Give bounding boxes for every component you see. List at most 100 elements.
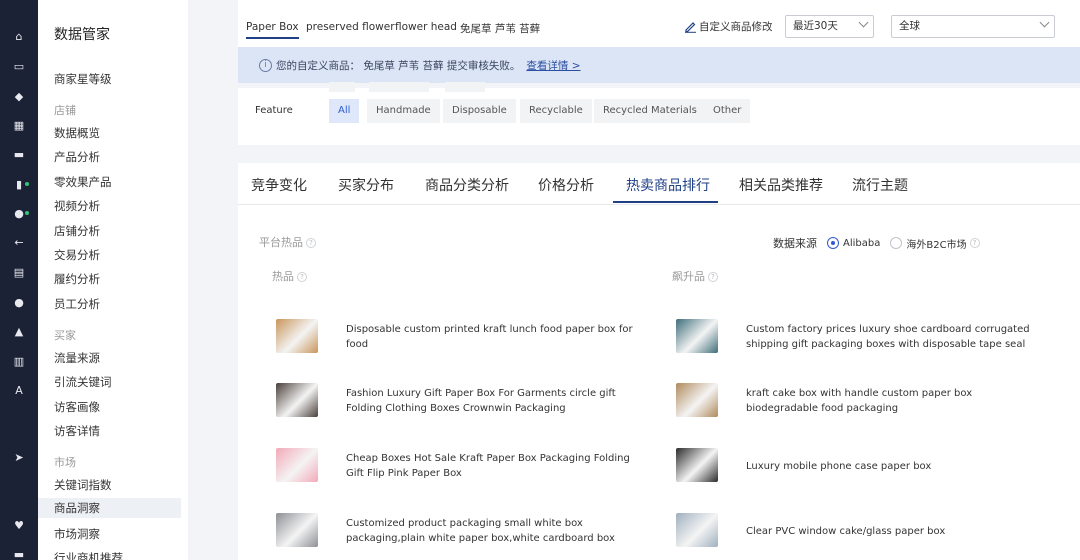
source-option-alibaba[interactable]: Alibaba [843,238,880,249]
product-name[interactable]: Fashion Luxury Gift Paper Box For Garmen… [346,377,646,425]
sidebar-item[interactable]: 行业商机推荐 [54,550,123,560]
product-thumbnail[interactable] [276,383,318,417]
sidebar-item[interactable]: 产品分析 [54,149,100,165]
keyword-tag-paper-box[interactable]: Paper Box [246,21,299,39]
period-value: 最近30天 [793,20,838,32]
feature-option-other[interactable]: Other [704,99,751,123]
feature-option-recyclable[interactable]: Recyclable [520,99,592,123]
sidebar-item[interactable]: 数据概览 [54,125,100,141]
radio-alibaba[interactable] [827,237,839,249]
tab-related-categories[interactable]: 相关品类推荐 [739,175,823,195]
font-icon[interactable]: A [0,380,38,400]
product-row[interactable]: Cheap Boxes Hot Sale Kraft Paper Box Pac… [276,442,656,490]
sidebar-item[interactable]: 视频分析 [54,198,100,214]
sidebar-item[interactable]: 店铺分析 [54,223,100,239]
sidebar-item[interactable]: 商品洞察 [38,498,181,518]
product-name[interactable]: Luxury mobile phone case paper box [746,442,1046,490]
sidebar-item[interactable]: 履约分析 [54,271,100,287]
feature-option-all[interactable]: All [329,99,360,123]
region-select[interactable]: 全球 [891,15,1055,38]
product-thumbnail[interactable] [676,383,718,417]
product-row[interactable]: kraft cake box with handle custom paper … [676,377,1056,425]
shop-icon[interactable]: ▭ [0,56,38,76]
sidebar-item[interactable]: 流量来源 [54,350,100,366]
sidebar-item[interactable]: 零效果产品 [54,174,112,190]
help-icon[interactable]: ? [306,238,316,248]
product-row[interactable]: Custom factory prices luxury shoe cardbo… [676,313,1056,361]
feature-option-disposable[interactable]: Disposable [443,99,516,123]
help-icon[interactable]: ? [708,272,718,282]
notice-text: 您的自定义商品： 免尾草 芦苇 苔藓 提交审核失败。 [276,59,521,72]
tab-competition[interactable]: 竞争变化 [251,175,307,195]
product-row[interactable]: Customized product packaging small white… [276,507,656,555]
edit-custom-products-button[interactable]: 自定义商品修改 [684,19,773,34]
hot-products-panel: 平台热品? 数据来源 Alibaba 海外B2C市场 ? 热品? 飙升品? Di… [238,205,1080,560]
globe-icon[interactable]: ● [0,292,38,312]
sidebar-group-label: 市场 [54,456,76,469]
sidebar-item[interactable]: 访客详情 [54,423,100,439]
bell-icon[interactable]: ▲ [0,321,38,341]
view-details-link[interactable]: 查看详情 > [526,58,580,73]
analysis-tabs: 竞争变化 买家分布 商品分类分析 价格分析 热卖商品排行 相关品类推荐 流行主题 [238,163,1080,205]
product-name[interactable]: kraft cake box with handle custom paper … [746,377,1046,425]
users-icon[interactable]: ● [0,203,38,223]
heart-icon[interactable]: ♥ [0,515,38,535]
product-row[interactable]: Luxury mobile phone case paper box [676,442,1056,490]
product-name-text: Luxury mobile phone case paper box [746,460,932,472]
product-thumbnail[interactable] [276,513,318,547]
arrow-left-icon[interactable]: ← [0,232,38,252]
product-name-text: Customized product packaging small white… [346,518,615,544]
source-option-overseas-b2c[interactable]: 海外B2C市场 [906,236,966,251]
product-name[interactable]: Customized product packaging small white… [346,507,646,555]
shield-icon[interactable]: ◆ [0,86,38,106]
status-dot [25,211,29,215]
sidebar-item[interactable]: 商家星等级 [54,71,112,87]
review-failed-notice: i 您的自定义商品： 免尾草 芦苇 苔藓 提交审核失败。 查看详情 > [238,47,1080,83]
help-icon[interactable]: ? [969,238,980,248]
keyword-tag-flower-head[interactable]: flower head [395,21,457,33]
tab-hot-products[interactable]: 热卖商品排行 [626,175,710,195]
tab-price-analysis[interactable]: 价格分析 [538,175,594,195]
product-row[interactable]: Clear PVC window cake/glass paper box [676,507,1056,555]
product-name[interactable]: Custom factory prices luxury shoe cardbo… [746,313,1046,361]
product-thumbnail[interactable] [276,448,318,482]
period-select[interactable]: 最近30天 [785,15,874,38]
product-name[interactable]: Disposable custom printed kraft lunch fo… [346,313,646,361]
product-name[interactable]: Cheap Boxes Hot Sale Kraft Paper Box Pac… [346,442,646,490]
product-name[interactable]: Clear PVC window cake/glass paper box [746,507,1046,555]
sidebar-item[interactable]: 引流关键词 [54,374,112,390]
sidebar-item[interactable]: 市场洞察 [54,526,100,542]
product-row[interactable]: Fashion Luxury Gift Paper Box For Garmen… [276,377,656,425]
product-thumbnail[interactable] [276,319,318,353]
help-icon[interactable]: ? [297,272,307,282]
tab-category-analysis[interactable]: 商品分类分析 [425,175,509,195]
send-icon[interactable]: ➤ [0,447,38,467]
chevron-down-icon [1039,17,1050,28]
grid-icon[interactable]: ▦ [0,115,38,135]
sidebar-item[interactable]: 交易分析 [54,247,100,263]
product-thumbnail[interactable] [676,319,718,353]
keyword-tag-preserved-flower[interactable]: preserved flower [306,21,395,33]
sidebar-item[interactable]: 员工分析 [54,296,100,312]
home-icon[interactable]: ⌂ [0,26,38,46]
bank-icon[interactable]: ▥ [0,351,38,371]
tab-trending-themes[interactable]: 流行主题 [852,175,908,195]
sidebar-item[interactable]: 访客画像 [54,399,100,415]
feature-option-handmade[interactable]: Handmade [367,99,440,123]
sidebar-item[interactable]: 关键词指数 [54,477,112,493]
info-icon: i [259,58,272,72]
feature-option-recycled-materials[interactable]: Recycled Materials [594,99,706,123]
chat-icon[interactable]: ▬ [0,144,38,164]
keyword-tag-custom[interactable]: 免尾草 芦苇 苔藓 [460,21,540,36]
product-thumbnail[interactable] [676,513,718,547]
radio-overseas-b2c[interactable] [890,237,903,249]
product-row[interactable]: Disposable custom printed kraft lunch fo… [276,313,656,361]
data-source-label: 数据来源 [773,237,817,250]
status-dot [25,182,29,186]
tab-buyer-distribution[interactable]: 买家分布 [338,175,394,195]
product-thumbnail[interactable] [676,448,718,482]
chart-icon[interactable]: ▮ [0,174,38,194]
clipboard-icon[interactable]: ▤ [0,262,38,282]
chevron-down-icon [858,17,869,28]
card-icon[interactable]: ▬ [0,544,38,560]
